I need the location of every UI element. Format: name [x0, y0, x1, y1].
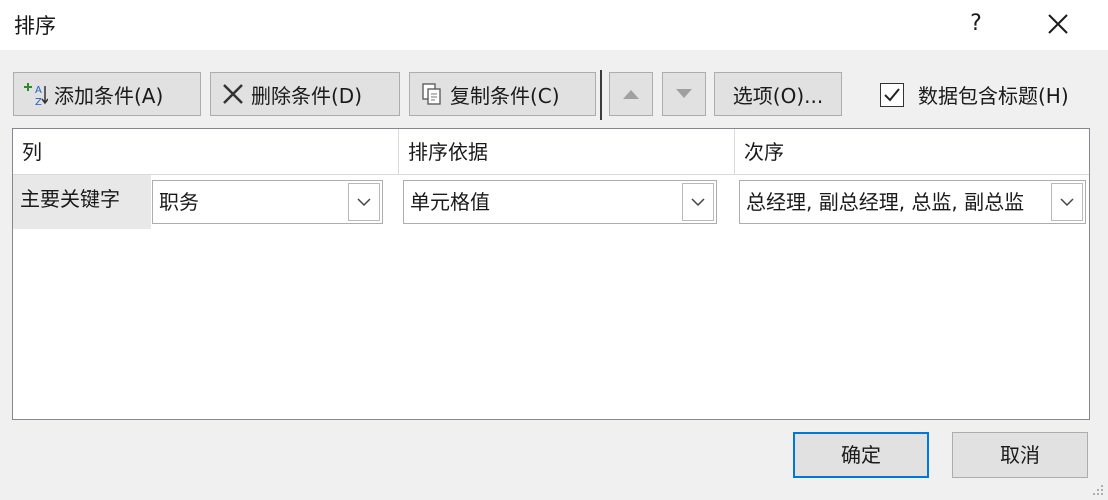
sort-level-row: 主要关键字 职务 单元格值 总经理, 副总经理, 总监, 副总监: [13, 175, 1089, 229]
copy-level-button[interactable]: 复制条件(C): [409, 72, 596, 116]
resize-grip-icon[interactable]: [1092, 484, 1104, 496]
copy-icon: [422, 83, 441, 105]
svg-text:A: A: [35, 85, 42, 96]
delete-level-label: 删除条件(D): [251, 83, 363, 108]
copy-level-label: 复制条件(C): [450, 83, 560, 108]
options-label: 选项(O)...: [732, 83, 824, 108]
checkmark-icon: [884, 88, 900, 102]
order-select[interactable]: 总经理, 副总经理, 总监, 副总监: [739, 180, 1086, 224]
sort-levels-grid: 列 排序依据 次序 主要关键字 职务 单元格值 总经理, 副总经理, 总监, 副…: [12, 128, 1090, 420]
options-button[interactable]: 选项(O)...: [714, 72, 842, 116]
column-header-order: 次序: [735, 129, 1089, 175]
toolbar-separator: [600, 70, 602, 120]
sort-on-select-value: 单元格值: [410, 190, 490, 214]
sort-on-select-arrow[interactable]: [682, 183, 714, 221]
column-header-sort-on: 排序依据: [399, 129, 735, 175]
header-row-checkbox[interactable]: [880, 83, 904, 107]
column-select[interactable]: 职务: [152, 180, 383, 224]
sort-level-label: 主要关键字: [13, 175, 151, 229]
chevron-down-icon: [1060, 198, 1074, 207]
order-select-value: 总经理, 副总经理, 总监, 副总监: [746, 190, 1025, 214]
delete-level-button[interactable]: 删除条件(D): [210, 72, 400, 116]
arrow-up-icon: [623, 90, 639, 99]
move-up-button[interactable]: [609, 72, 653, 116]
column-select-value: 职务: [159, 190, 199, 214]
chevron-down-icon: [691, 198, 705, 207]
order-select-arrow[interactable]: [1051, 183, 1083, 221]
add-sort-level-icon: A Z: [24, 83, 48, 106]
move-down-button[interactable]: [662, 72, 706, 116]
arrow-down-icon: [676, 89, 692, 98]
column-select-arrow[interactable]: [348, 183, 380, 221]
header-row-checkbox-label[interactable]: 数据包含标题(H): [918, 80, 1069, 109]
add-level-button[interactable]: A Z 添加条件(A): [13, 72, 201, 116]
cancel-button[interactable]: 取消: [952, 432, 1088, 478]
sort-on-select[interactable]: 单元格值: [403, 180, 717, 224]
add-level-label: 添加条件(A): [54, 83, 164, 108]
close-icon: [1048, 14, 1068, 34]
chevron-down-icon: [357, 198, 371, 207]
help-button[interactable]: ?: [958, 6, 994, 42]
delete-x-icon: [223, 84, 243, 104]
ok-button[interactable]: 确定: [793, 432, 929, 478]
svg-text:Z: Z: [35, 97, 42, 106]
title-bar: 排序 ?: [0, 0, 1108, 50]
dialog-title: 排序: [14, 14, 56, 38]
close-button[interactable]: [1040, 6, 1076, 42]
column-header-column: 列: [13, 129, 399, 175]
